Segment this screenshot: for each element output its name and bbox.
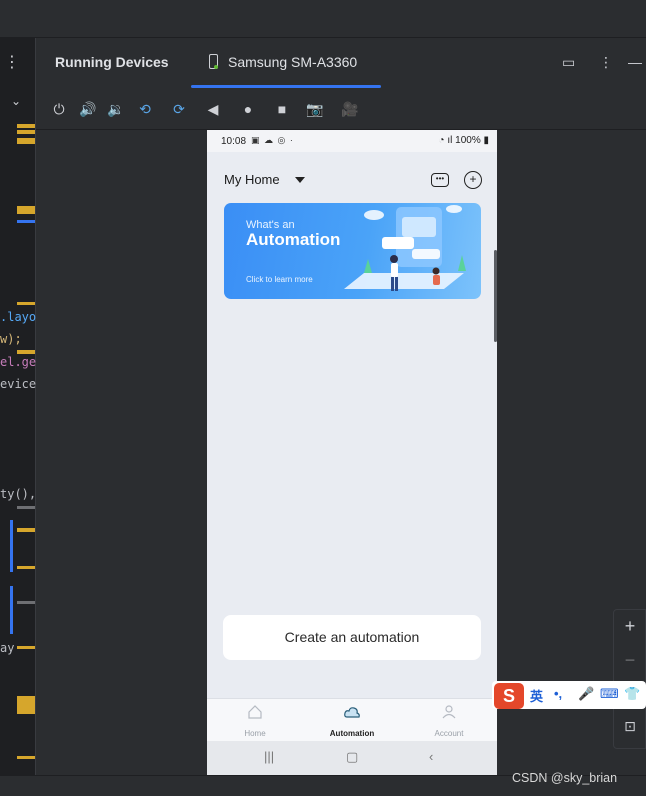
gutter-marker: [17, 506, 35, 509]
gutter-marker: [17, 130, 35, 134]
gutter-marker: [17, 646, 35, 649]
gutter-marker: [10, 520, 13, 572]
sogou-logo[interactable]: S: [494, 683, 524, 709]
system-navigation-bar: ||| ▢ ‹: [207, 741, 497, 775]
nav-label: Home: [244, 729, 266, 738]
nav-account[interactable]: Account: [401, 699, 497, 742]
more-options-icon[interactable]: ⋮: [4, 52, 20, 72]
zoom-out-icon[interactable]: −: [622, 650, 638, 671]
keyboard-icon[interactable]: ⌨: [600, 686, 619, 702]
nav-home[interactable]: Home: [207, 699, 303, 742]
watermark: CSDN @sky_brian: [512, 771, 618, 785]
rotate-left-icon[interactable]: ⟲: [136, 100, 154, 118]
volume-up-icon[interactable]: 🔊: [79, 100, 97, 118]
fit-screen-icon[interactable]: ⊡: [622, 718, 638, 735]
nav-label: Account: [434, 729, 464, 738]
more-options-icon[interactable]: ⋮: [599, 54, 613, 71]
bottom-navigation: Home Automation Account: [207, 698, 497, 741]
minimize-icon[interactable]: —: [628, 54, 642, 70]
battery-text: 100%: [455, 135, 481, 146]
gutter-marker: [17, 696, 35, 714]
device-tab-label: Samsung SM-A3360: [228, 54, 358, 70]
banner-illustration: [344, 205, 466, 291]
status-bar: 10:08 ▣ ☁ ◎ · ◔ ıl 100% ▮: [207, 130, 497, 152]
status-time: 10:08: [221, 136, 247, 147]
notification-icons: ▣ ☁ ◎ ·: [251, 135, 294, 145]
device-toolbar: ⏻ 🔊 🔉 ⟲ ⟳ ◀ ● ■ 📷 🎥: [36, 88, 646, 130]
gutter-marker: [17, 138, 35, 144]
account-icon: [442, 705, 456, 719]
banner-cta: Click to learn more: [246, 275, 313, 284]
battery-level: ◔ ıl 100% ▮: [438, 135, 489, 146]
phone-screen[interactable]: 10:08 ▣ ☁ ◎ · ◔ ıl 100% ▮ My Home ••• + …: [207, 130, 497, 775]
code-fragment: ay: [0, 641, 15, 655]
gutter-marker: [17, 528, 35, 532]
gutter-marker: [17, 350, 35, 354]
cloud-icon: [344, 707, 360, 718]
nav-label: Automation: [329, 729, 375, 738]
record-icon[interactable]: 🎥: [341, 100, 359, 118]
tool-window-title: Running Devices: [55, 54, 169, 70]
home-icon: [248, 705, 262, 719]
caret-down-icon[interactable]: [295, 177, 305, 183]
code-fragment: .layo: [0, 310, 37, 324]
rotate-right-icon[interactable]: ⟳: [170, 100, 188, 118]
back-icon[interactable]: ‹: [429, 749, 433, 764]
ide-title-bar: [0, 0, 646, 38]
code-fragment: evice: [0, 377, 37, 391]
recents-icon[interactable]: |||: [264, 749, 274, 764]
create-automation-button[interactable]: Create an automation: [223, 615, 481, 660]
home-selector[interactable]: My Home: [224, 172, 280, 187]
ime-toolbar: S 英 •, 🎤 ⌨ 👕: [492, 681, 646, 709]
app-header: My Home ••• +: [207, 152, 497, 202]
volume-down-icon[interactable]: 🔉: [107, 100, 125, 118]
home-icon[interactable]: ●: [239, 100, 257, 118]
skin-icon[interactable]: 👕: [624, 686, 640, 702]
nav-automation[interactable]: Automation: [304, 699, 400, 742]
gutter-marker: [17, 206, 35, 214]
zoom-controls: + − ⊡: [613, 609, 646, 749]
punctuation-toggle[interactable]: •,: [554, 686, 562, 701]
maximize-icon[interactable]: ▭: [562, 54, 575, 71]
overview-icon[interactable]: ■: [273, 100, 291, 118]
code-fragment: w);: [0, 332, 22, 346]
gutter-marker: [10, 586, 13, 634]
wifi-icon: ◔ ıl: [438, 135, 456, 146]
running-devices-header: Running Devices Samsung SM-A3360 ▭ ⋮ —: [36, 38, 646, 88]
code-fragment: ty(),: [0, 487, 37, 501]
gutter-marker: [17, 601, 35, 604]
chevron-down-icon[interactable]: ⌄: [11, 94, 21, 108]
automation-banner[interactable]: What's an Automation Click to learn more: [224, 203, 481, 299]
gutter-marker: [17, 756, 35, 759]
phone-icon: [209, 54, 218, 69]
gutter-marker: [17, 220, 35, 223]
scrollbar[interactable]: [494, 250, 497, 342]
home-button-icon[interactable]: ▢: [346, 749, 358, 765]
back-icon[interactable]: ◀: [204, 100, 222, 118]
message-icon[interactable]: •••: [431, 173, 449, 187]
power-icon[interactable]: ⏻: [50, 100, 68, 118]
ide-window: ⋮ ⌄ .layo w); el.ge evice ty(), ay Runni…: [0, 0, 646, 796]
editor-gutter-strip: ⋮ ⌄: [0, 38, 36, 775]
microphone-icon[interactable]: 🎤: [578, 686, 594, 702]
gutter-marker: [17, 124, 35, 128]
gutter-marker: [17, 566, 35, 569]
banner-title: Automation: [246, 230, 341, 249]
zoom-in-icon[interactable]: +: [622, 616, 638, 637]
add-icon[interactable]: +: [464, 171, 482, 189]
language-toggle[interactable]: 英: [530, 686, 543, 705]
tab-device[interactable]: Samsung SM-A3360: [191, 38, 381, 88]
code-fragment: el.ge: [0, 355, 37, 369]
gutter-marker: [17, 302, 35, 305]
screenshot-icon[interactable]: 📷: [306, 100, 324, 118]
